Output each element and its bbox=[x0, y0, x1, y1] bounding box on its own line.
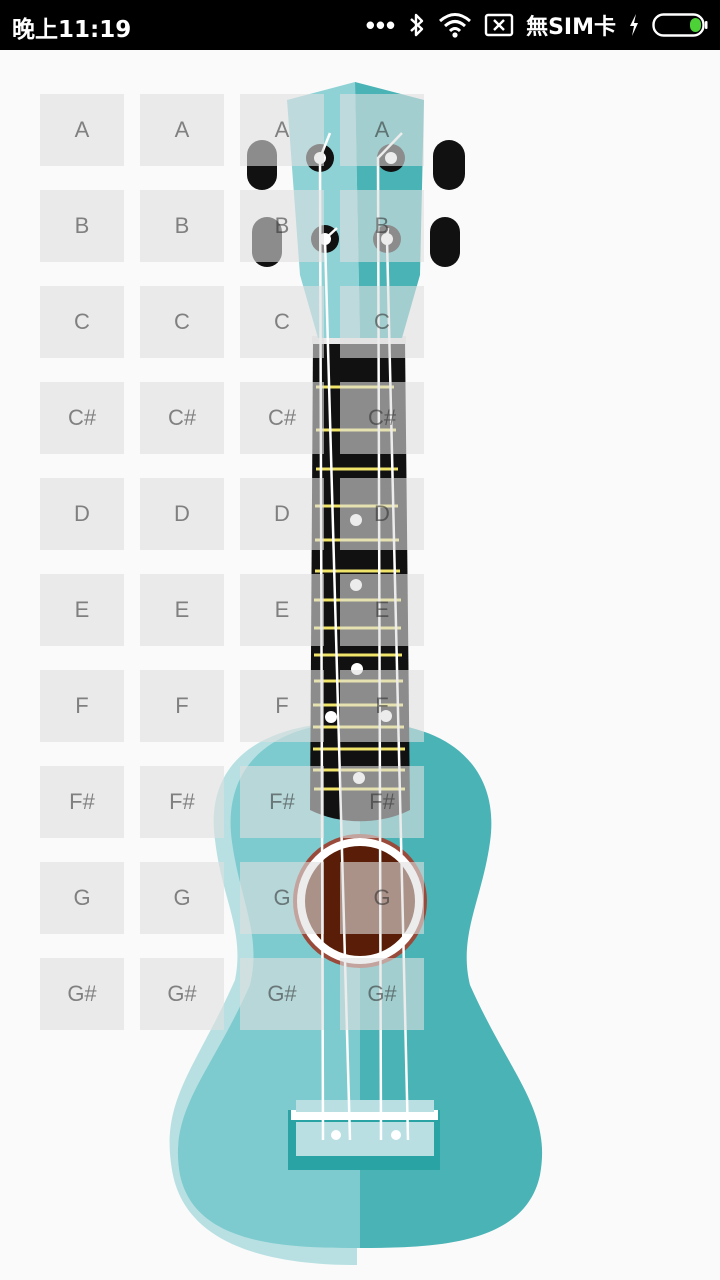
bluetooth-icon bbox=[408, 11, 426, 39]
note-button[interactable]: C# bbox=[340, 382, 424, 454]
note-button[interactable]: A bbox=[140, 94, 224, 166]
note-button[interactable]: F bbox=[40, 670, 124, 742]
note-button[interactable]: C bbox=[340, 286, 424, 358]
note-button[interactable]: E bbox=[140, 574, 224, 646]
note-button[interactable]: B bbox=[240, 190, 324, 262]
note-button[interactable]: B bbox=[140, 190, 224, 262]
note-button[interactable]: G# bbox=[140, 958, 224, 1030]
note-button[interactable]: F# bbox=[340, 766, 424, 838]
note-button[interactable]: C# bbox=[40, 382, 124, 454]
sim-error-icon bbox=[484, 12, 514, 38]
status-bar: 晚上11:19 ••• 無SIM卡 bbox=[0, 0, 720, 50]
note-button[interactable]: F# bbox=[240, 766, 324, 838]
note-button[interactable]: G bbox=[340, 862, 424, 934]
note-button[interactable]: G# bbox=[240, 958, 324, 1030]
main-content: A B C C# D E F F# G G# A B C C# D E F F#… bbox=[0, 50, 720, 1280]
note-button[interactable]: A bbox=[40, 94, 124, 166]
note-button[interactable]: E bbox=[340, 574, 424, 646]
note-button[interactable]: D bbox=[340, 478, 424, 550]
note-button[interactable]: F# bbox=[140, 766, 224, 838]
note-button[interactable]: F bbox=[340, 670, 424, 742]
carrier-label: 無SIM卡 bbox=[526, 15, 616, 40]
note-button[interactable]: F bbox=[240, 670, 324, 742]
more-notifications-icon: ••• bbox=[365, 9, 397, 40]
status-time: 晚上11:19 bbox=[12, 17, 132, 43]
note-button[interactable]: G# bbox=[340, 958, 424, 1030]
note-button[interactable]: F# bbox=[40, 766, 124, 838]
note-button[interactable]: G# bbox=[40, 958, 124, 1030]
note-button[interactable]: D bbox=[140, 478, 224, 550]
charging-icon bbox=[628, 13, 640, 37]
note-grid: A B C C# D E F F# G G# A B C C# D E F F#… bbox=[0, 50, 720, 1280]
note-button[interactable]: F bbox=[140, 670, 224, 742]
note-button[interactable]: G bbox=[40, 862, 124, 934]
note-button[interactable]: A bbox=[240, 94, 324, 166]
note-button[interactable]: B bbox=[40, 190, 124, 262]
note-button[interactable]: A bbox=[340, 94, 424, 166]
note-button[interactable]: E bbox=[40, 574, 124, 646]
note-button[interactable]: C bbox=[40, 286, 124, 358]
note-button[interactable]: D bbox=[240, 478, 324, 550]
note-button[interactable]: C bbox=[240, 286, 324, 358]
note-button[interactable]: C bbox=[140, 286, 224, 358]
note-button[interactable]: G bbox=[140, 862, 224, 934]
note-button[interactable]: C# bbox=[240, 382, 324, 454]
note-button[interactable]: G bbox=[240, 862, 324, 934]
note-button[interactable]: E bbox=[240, 574, 324, 646]
wifi-icon bbox=[438, 11, 472, 39]
note-button[interactable]: D bbox=[40, 478, 124, 550]
battery-icon bbox=[652, 12, 708, 38]
note-button[interactable]: B bbox=[340, 190, 424, 262]
note-button[interactable]: C# bbox=[140, 382, 224, 454]
status-icons: ••• 無SIM卡 bbox=[366, 8, 708, 42]
